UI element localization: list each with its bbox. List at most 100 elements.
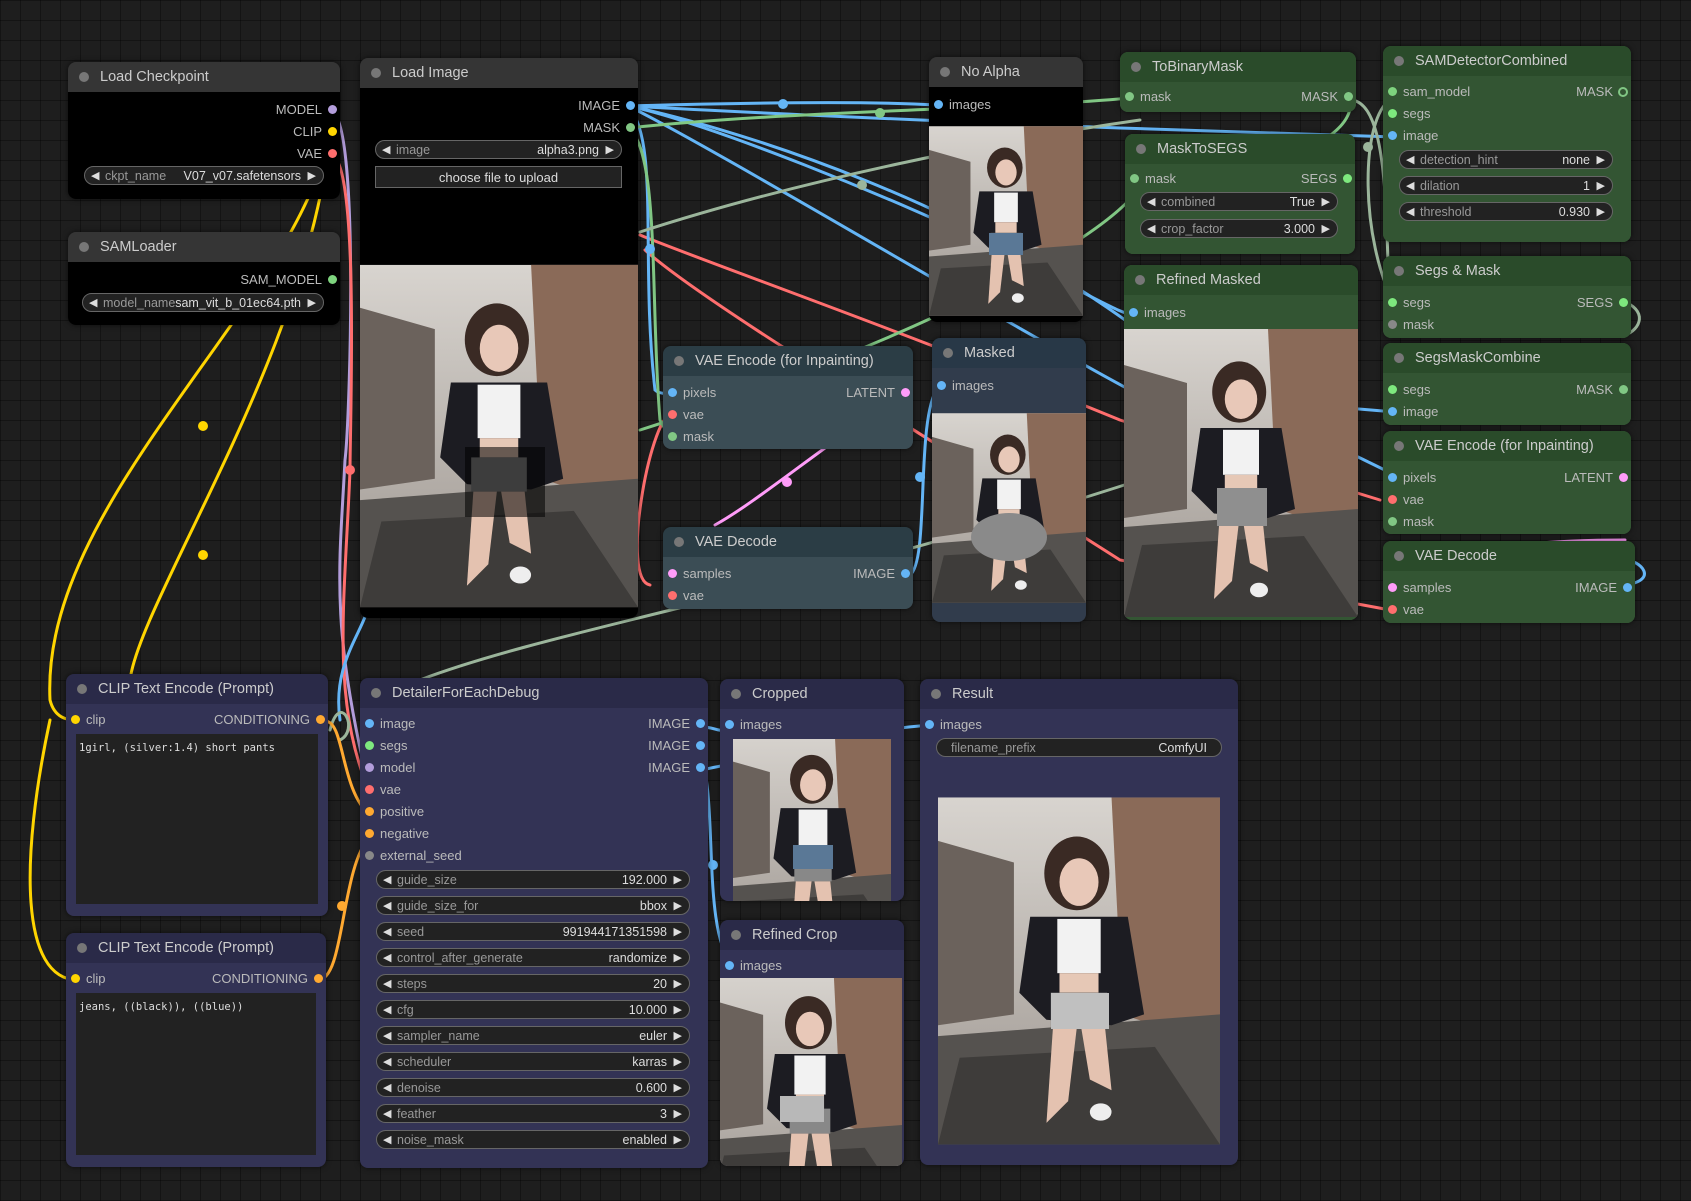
output-pin[interactable] [1619, 298, 1628, 307]
output-pin[interactable] [696, 741, 705, 750]
collapse-dot[interactable] [674, 537, 684, 547]
output-vae[interactable]: VAE [297, 144, 340, 164]
output-model[interactable]: MODEL [276, 100, 340, 120]
arrow-right-icon[interactable]: ▶ [1597, 151, 1605, 170]
node-header[interactable]: Cropped [720, 679, 904, 709]
input-pin[interactable] [1388, 583, 1397, 592]
input-pin[interactable] [365, 763, 374, 772]
output-pin[interactable] [1623, 583, 1632, 592]
arrow-left-icon[interactable]: ◀ [1406, 151, 1414, 170]
input-pin[interactable] [1388, 495, 1397, 504]
output-pin[interactable] [901, 388, 910, 397]
arrow-left-icon[interactable]: ◀ [383, 923, 391, 942]
input-sam-model[interactable]: sam_model [1383, 82, 1470, 102]
ckpt-name-combo[interactable]: ◀ ckpt_name V07_v07.safetensors ▶ [84, 166, 324, 185]
arrow-right-icon[interactable]: ▶ [674, 871, 682, 890]
arrow-left-icon[interactable]: ◀ [383, 1079, 391, 1098]
input-segs[interactable]: segs [1383, 380, 1430, 400]
input-model[interactable]: model [360, 758, 415, 778]
input-external-seed[interactable]: external_seed [360, 846, 462, 866]
output-pin[interactable] [626, 123, 635, 132]
input-pin[interactable] [925, 720, 934, 729]
input-images[interactable]: images [929, 95, 991, 115]
input-clip[interactable]: clip [66, 710, 106, 730]
vae-encode-node[interactable]: VAE Encode (for Inpainting) pixels vae m… [1383, 431, 1631, 534]
arrow-right-icon[interactable]: ▶ [1322, 220, 1330, 239]
input-pixels[interactable]: pixels [1383, 468, 1436, 488]
output-sam-model[interactable]: SAM_MODEL [240, 270, 340, 290]
collapse-dot[interactable] [1394, 56, 1404, 66]
input-pin[interactable] [1388, 385, 1397, 394]
clip-text-encode-negative-node[interactable]: CLIP Text Encode (Prompt) clip CONDITION… [66, 933, 326, 1167]
input-vae[interactable]: vae [663, 405, 704, 425]
arrow-right-icon[interactable]: ▶ [674, 1027, 682, 1046]
collapse-dot[interactable] [1394, 551, 1404, 561]
arrow-left-icon[interactable]: ◀ [383, 949, 391, 968]
output-latent[interactable]: LATENT [846, 383, 913, 403]
collapse-dot[interactable] [1136, 144, 1146, 154]
node-header[interactable]: Refined Masked [1124, 265, 1358, 295]
input-images[interactable]: images [1124, 303, 1186, 323]
collapse-dot[interactable] [79, 242, 89, 252]
arrow-right-icon[interactable]: ▶ [1322, 193, 1330, 212]
input-pin[interactable] [668, 410, 677, 419]
output-pin[interactable] [696, 719, 705, 728]
node-header[interactable]: VAE Decode [663, 527, 913, 557]
output-image[interactable]: IMAGE [648, 736, 708, 756]
result-save-image-node[interactable]: Result images filename_prefix ComfyUI [920, 679, 1238, 1165]
node-header[interactable]: MaskToSEGS [1125, 134, 1355, 164]
to-binary-mask-node[interactable]: ToBinaryMask mask MASK [1120, 52, 1356, 112]
output-image[interactable]: IMAGE [648, 758, 708, 778]
input-images[interactable]: images [920, 715, 982, 735]
arrow-left-icon[interactable]: ◀ [383, 1001, 391, 1020]
input-pin[interactable] [1388, 298, 1397, 307]
sam-detector-combined-node[interactable]: SAMDetectorCombined sam_model segs image… [1383, 46, 1631, 242]
input-pin[interactable] [365, 719, 374, 728]
input-segs[interactable]: segs [1383, 104, 1430, 124]
node-header[interactable]: VAE Decode [1383, 541, 1635, 571]
input-pixels[interactable]: pixels [663, 383, 716, 403]
input-mask[interactable]: mask [1383, 315, 1434, 335]
output-pin[interactable] [328, 275, 337, 284]
output-image[interactable]: IMAGE [578, 96, 638, 116]
output-image[interactable]: IMAGE [1575, 578, 1635, 598]
node-header[interactable]: VAE Encode (for Inpainting) [663, 346, 913, 376]
arrow-left-icon[interactable]: ◀ [383, 871, 391, 890]
collapse-dot[interactable] [940, 67, 950, 77]
arrow-right-icon[interactable]: ▶ [308, 294, 316, 313]
output-image[interactable]: IMAGE [853, 564, 913, 584]
arrow-right-icon[interactable]: ▶ [674, 949, 682, 968]
output-pin[interactable] [696, 763, 705, 772]
input-pin[interactable] [1388, 407, 1397, 416]
collapse-dot[interactable] [674, 356, 684, 366]
node-header[interactable]: SegsMaskCombine [1383, 343, 1631, 373]
output-pin[interactable] [316, 715, 325, 724]
input-pin[interactable] [1388, 320, 1397, 329]
node-header[interactable]: DetailerForEachDebug [360, 678, 708, 708]
input-pin[interactable] [365, 741, 374, 750]
arrow-left-icon[interactable]: ◀ [89, 294, 97, 313]
node-header[interactable]: CLIP Text Encode (Prompt) [66, 933, 326, 963]
node-header[interactable]: Refined Crop [720, 920, 904, 950]
input-image[interactable]: image [1383, 126, 1438, 146]
input-pin[interactable] [1129, 308, 1138, 317]
output-pin[interactable] [1343, 174, 1352, 183]
vae-decode-node[interactable]: VAE Decode samples vae IMAGE [1383, 541, 1635, 623]
guide-size-number[interactable]: ◀ guide_size 192.000 ▶ [376, 870, 690, 889]
input-pin[interactable] [1388, 87, 1397, 96]
noise-mask-combo[interactable]: ◀ noise_mask enabled ▶ [376, 1130, 690, 1149]
arrow-right-icon[interactable]: ▶ [674, 897, 682, 916]
output-mask[interactable]: MASK [1576, 82, 1631, 102]
masked-preview-node[interactable]: Masked images [932, 338, 1086, 622]
dilation-number[interactable]: ◀ dilation 1 ▶ [1399, 176, 1613, 195]
input-pin[interactable] [71, 974, 80, 983]
no-alpha-preview-node[interactable]: No Alpha images [929, 57, 1083, 322]
output-clip[interactable]: CLIP [293, 122, 340, 142]
output-pin[interactable] [314, 974, 323, 983]
arrow-right-icon[interactable]: ▶ [674, 1131, 682, 1150]
detailer-for-each-debug-node[interactable]: DetailerForEachDebug image segs model va… [360, 678, 708, 1168]
arrow-right-icon[interactable]: ▶ [674, 1053, 682, 1072]
node-header[interactable]: CLIP Text Encode (Prompt) [66, 674, 328, 704]
input-segs[interactable]: segs [1383, 293, 1430, 313]
node-header[interactable]: SAMDetectorCombined [1383, 46, 1631, 76]
